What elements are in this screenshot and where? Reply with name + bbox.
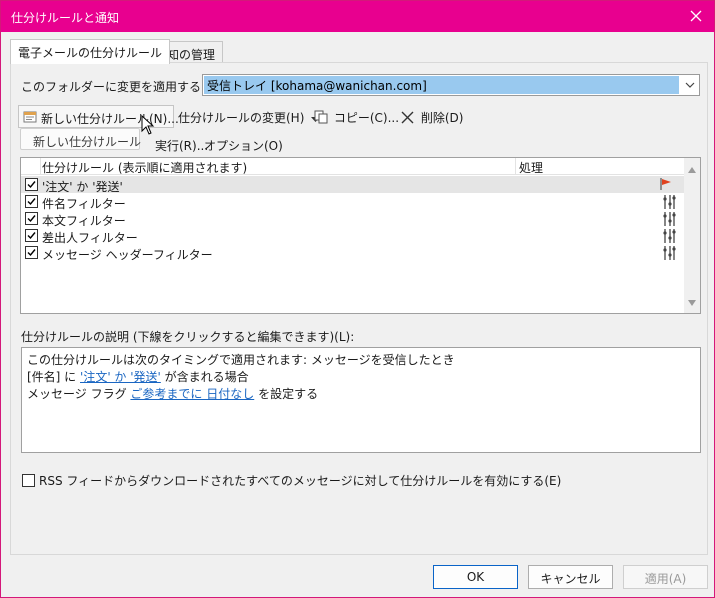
rules-dialog: 仕分けルールと通知 電子メールの仕分けルール 通知の管理 このフォルダーに変更を… (0, 0, 715, 598)
ok-button[interactable]: OK (433, 565, 518, 589)
rule-row[interactable]: '注文' か '発送' (21, 176, 685, 194)
delete-icon (401, 111, 414, 127)
rules-panel: このフォルダーに変更を適用する(F): 受信トレイ [kohama@wanich… (10, 62, 708, 555)
delete-label: 削除(D) (420, 111, 464, 125)
description-line: この仕分けルールは次のタイミングで適用されます: メッセージを受信したとき (27, 353, 455, 367)
rule-checkbox[interactable] (25, 229, 38, 242)
description-text: が含まれる場合 (164, 370, 249, 384)
rule-row[interactable]: 本文フィルター (21, 210, 685, 228)
rss-checkbox[interactable] (22, 474, 35, 487)
title-bar: 仕分けルールと通知 (1, 1, 714, 32)
apply-button[interactable]: 適用(A) (623, 565, 708, 589)
rule-list: 仕分けルール (表示順に適用されます) 処理 '注文' か '発送' 件名フィル… (20, 157, 701, 314)
rule-row[interactable]: 差出人フィルター (21, 227, 685, 245)
description-text: メッセージ フラグ (27, 387, 127, 401)
folder-select-value: 受信トレイ [kohama@wanichan.com] (204, 76, 679, 94)
delete-button[interactable]: 削除(D) (401, 109, 463, 127)
options-button[interactable]: オプション(O) (204, 137, 283, 154)
close-icon[interactable] (684, 5, 708, 27)
rule-list-header: 仕分けルール (表示順に適用されます) 処理 (21, 158, 685, 175)
rule-checkbox[interactable] (25, 178, 38, 191)
chevron-down-icon (683, 78, 697, 95)
rule-checkbox[interactable] (25, 212, 38, 225)
rule-list-scrollbar[interactable] (684, 158, 700, 313)
run-rules-button[interactable]: 実行(R)... (155, 137, 208, 154)
new-rule-label: 新しい仕分けルール(N)... (41, 112, 179, 126)
new-rule-icon (23, 110, 39, 127)
subject-words-link[interactable]: '注文' か '発送' (80, 370, 161, 384)
rule-description-box: この仕分けルールは次のタイミングで適用されます: メッセージを受信したとき [件… (21, 347, 701, 453)
description-label: 仕分けルールの説明 (下線をクリックすると編集できます)(L): (21, 330, 355, 344)
column-divider (515, 158, 516, 174)
window-title: 仕分けルールと通知 (11, 11, 120, 25)
column-rule[interactable]: 仕分けルール (表示順に適用されます) (42, 159, 247, 176)
folder-label: このフォルダーに変更を適用する(F): (21, 80, 222, 94)
description-text: を設定する (258, 387, 319, 401)
move-rule-icon (662, 245, 676, 264)
rss-label: RSS フィードからダウンロードされたすべてのメッセージに対して仕分けルールを有… (39, 474, 562, 488)
flag-setting-link[interactable]: ご参考までに 日付なし (130, 387, 254, 401)
cancel-button[interactable]: キャンセル (528, 565, 613, 589)
rule-checkbox[interactable] (25, 246, 38, 259)
copy-icon (314, 110, 328, 127)
change-rule-label: 仕分けルールの変更(H) (178, 111, 305, 125)
copy-button[interactable]: コピー(C)... (314, 109, 399, 127)
mouse-cursor-icon (141, 114, 155, 138)
column-action[interactable]: 処理 (519, 159, 543, 176)
flag-icon (659, 177, 673, 194)
rule-name: メッセージ ヘッダーフィルター (42, 248, 213, 262)
scroll-down-icon[interactable] (688, 295, 696, 309)
rule-row[interactable]: 件名フィルター (21, 193, 685, 211)
description-text: [件名] に (27, 370, 77, 384)
rule-checkbox[interactable] (25, 195, 38, 208)
folder-select[interactable]: 受信トレイ [kohama@wanichan.com] (202, 74, 700, 96)
tab-email-rules[interactable]: 電子メールの仕分けルール (10, 39, 171, 64)
copy-label: コピー(C)... (333, 111, 400, 125)
description-line: メッセージ フラグ ご参考までに 日付なし を設定する (27, 385, 695, 402)
scroll-up-icon[interactable] (688, 162, 696, 176)
description-line: [件名] に '注文' か '発送' が含まれる場合 (27, 368, 695, 385)
change-rule-button[interactable]: 仕分けルールの変更(H) (178, 109, 321, 126)
column-divider (40, 158, 41, 174)
new-rule-tooltip: 新しい仕分けルール (20, 128, 141, 150)
rule-row[interactable]: メッセージ ヘッダーフィルター (21, 244, 685, 264)
